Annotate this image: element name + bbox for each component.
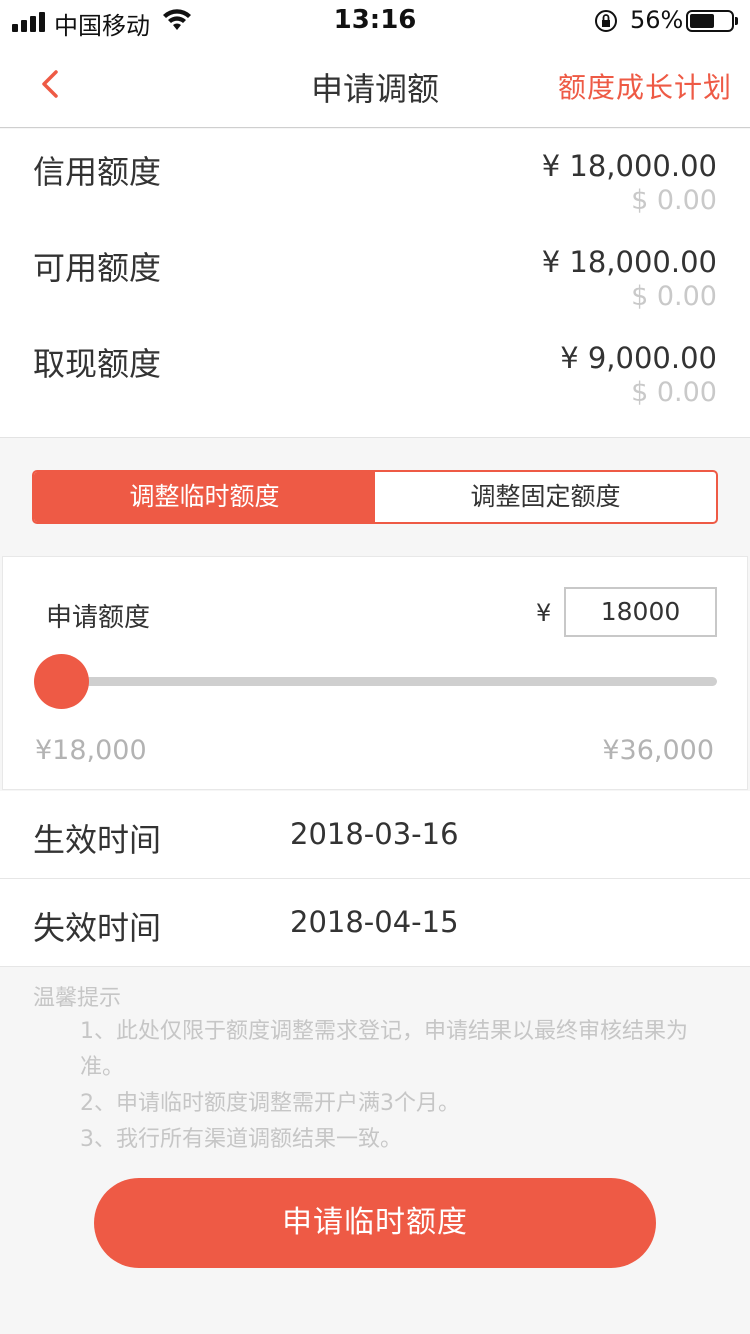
limit-row-cash: 取现额度 ¥ 9,000.00 $ 0.00 [0, 321, 750, 417]
limit-cny-value: ¥ 9,000.00 [560, 341, 717, 375]
currency-symbol: ¥ [536, 599, 552, 627]
slider-min-label: ¥18,000 [35, 735, 147, 766]
limit-cny-value: ¥ 18,000.00 [541, 245, 717, 279]
tip-item: 2、申请临时额度调整需开户满3个月。 [80, 1091, 460, 1116]
expire-date-value: 2018-04-15 [290, 905, 459, 939]
limit-usd-value: $ 0.00 [631, 281, 717, 312]
tips-title: 温馨提示 [33, 986, 122, 1011]
credit-limits-panel: 信用额度 ¥ 18,000.00 $ 0.00 可用额度 ¥ 18,000.00… [0, 129, 750, 438]
status-bar: 中国移动 13:16 56% [0, 0, 750, 40]
apply-temporary-limit-button[interactable]: 申请临时额度 [94, 1178, 656, 1268]
tip-item: 1、此处仅限于额度调整需求登记，申请结果以最终审核结果为准。 [80, 1019, 688, 1080]
tab-temporary-limit[interactable]: 调整临时额度 [34, 472, 375, 522]
slider-max-label: ¥36,000 [602, 735, 714, 766]
apply-amount-input[interactable]: 18000 [564, 587, 717, 637]
limit-usd-value: $ 0.00 [631, 185, 717, 216]
navigation-bar: 申请调额 额度成长计划 [0, 40, 750, 128]
effective-date-value: 2018-03-16 [290, 817, 459, 851]
battery-icon [686, 10, 738, 32]
limit-label: 信用额度 [33, 153, 162, 191]
adjustment-type-segmented-control: 调整临时额度 调整固定额度 [32, 470, 718, 524]
expire-date-label: 失效时间 [33, 909, 162, 947]
tip-item: 3、我行所有渠道调额结果一致。 [80, 1127, 402, 1152]
limit-row-credit: 信用额度 ¥ 18,000.00 $ 0.00 [0, 129, 750, 225]
amount-slider-track[interactable] [59, 677, 717, 686]
effective-date-label: 生效时间 [33, 821, 162, 859]
limit-row-available: 可用额度 ¥ 18,000.00 $ 0.00 [0, 225, 750, 321]
expire-date-row: 失效时间 2018-04-15 [0, 879, 750, 967]
effective-date-row: 生效时间 2018-03-16 [0, 791, 750, 879]
limit-cny-value: ¥ 18,000.00 [541, 149, 717, 183]
tab-fixed-limit[interactable]: 调整固定额度 [375, 472, 716, 522]
limit-label: 取现额度 [33, 345, 162, 383]
limit-label: 可用额度 [33, 249, 162, 287]
limit-usd-value: $ 0.00 [631, 377, 717, 408]
apply-amount-card: 申请额度 ¥ 18000 ¥18,000 ¥36,000 [2, 556, 748, 790]
amount-slider-handle[interactable] [34, 654, 89, 709]
battery-percent: 56% [630, 6, 684, 34]
apply-amount-label: 申请额度 [46, 603, 151, 633]
orientation-lock-icon [595, 10, 617, 32]
credit-growth-plan-link[interactable]: 额度成长计划 [558, 66, 732, 106]
